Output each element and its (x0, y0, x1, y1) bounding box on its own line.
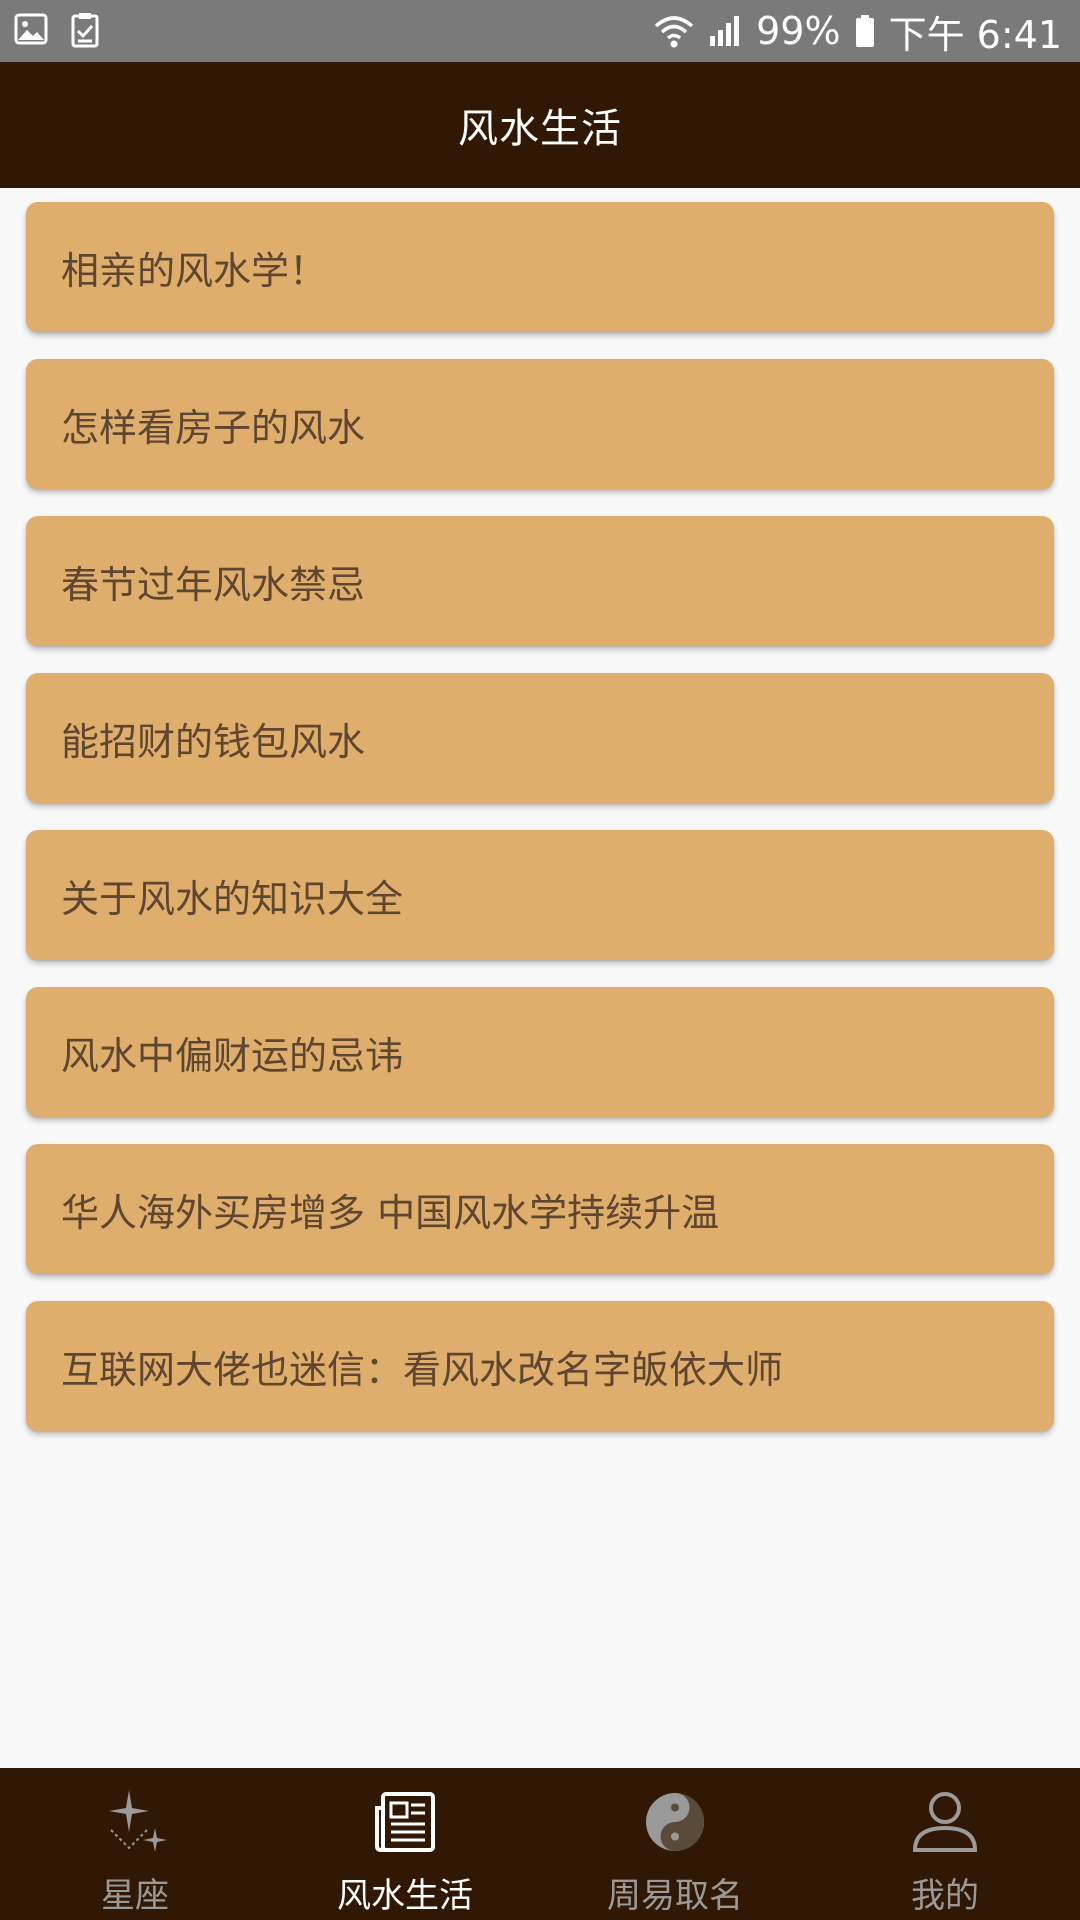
signal-icon (708, 14, 742, 48)
page-title: 风水生活 (458, 106, 622, 152)
nav-item-constellation[interactable]: 星座 (0, 1768, 270, 1920)
wifi-icon (654, 14, 694, 48)
article-title: 能招财的钱包风水 (61, 719, 366, 764)
yin-yang-icon (639, 1786, 711, 1858)
article-title: 风水中偏财运的忌讳 (61, 1033, 404, 1078)
status-bar: 99% 下午 6:41 (0, 0, 1080, 62)
status-left-icons (14, 12, 100, 52)
newspaper-icon (369, 1786, 441, 1858)
article-card[interactable]: 怎样看房子的风水 (26, 359, 1054, 489)
article-title: 华人海外买房增多 中国风水学持续升温 (61, 1190, 720, 1235)
stars-icon (99, 1786, 171, 1858)
article-card[interactable]: 华人海外买房增多 中国风水学持续升温 (26, 1144, 1054, 1274)
clock: 下午 6:41 (888, 12, 1062, 57)
app-bar: 风水生活 (0, 62, 1080, 188)
battery-percent: 99% (756, 9, 841, 53)
bottom-nav: 星座 风水生活 周易取名 我的 (0, 1768, 1080, 1920)
screen: 99% 下午 6:41 风水生活 相亲的风水学！ 怎样看房子的风水 春节过年风水… (0, 0, 1080, 1920)
nav-label: 周易取名 (607, 1876, 743, 1916)
article-title: 春节过年风水禁忌 (61, 562, 366, 607)
status-right: 99% 下午 6:41 (654, 6, 1062, 57)
nav-item-zhouyi-naming[interactable]: 周易取名 (540, 1768, 810, 1920)
article-card[interactable]: 互联网大佬也迷信：看风水改名字皈依大师 (26, 1301, 1054, 1431)
image-icon (14, 12, 48, 52)
article-card[interactable]: 相亲的风水学！ (26, 202, 1054, 332)
article-list: 相亲的风水学！ 怎样看房子的风水 春节过年风水禁忌 能招财的钱包风水 关于风水的… (26, 202, 1054, 1458)
article-card[interactable]: 能招财的钱包风水 (26, 673, 1054, 803)
nav-label: 风水生活 (337, 1876, 473, 1916)
clipboard-check-icon (70, 12, 100, 52)
battery-icon (855, 14, 875, 48)
nav-item-fengshui-life[interactable]: 风水生活 (270, 1768, 540, 1920)
user-icon (909, 1786, 981, 1858)
article-card[interactable]: 春节过年风水禁忌 (26, 516, 1054, 646)
article-title: 相亲的风水学！ (61, 248, 328, 293)
article-card[interactable]: 关于风水的知识大全 (26, 830, 1054, 960)
article-title: 互联网大佬也迷信：看风水改名字皈依大师 (61, 1347, 784, 1392)
article-title: 怎样看房子的风水 (61, 405, 366, 450)
nav-label: 我的 (911, 1876, 979, 1916)
nav-item-mine[interactable]: 我的 (810, 1768, 1080, 1920)
article-title: 关于风水的知识大全 (61, 876, 404, 921)
nav-label: 星座 (101, 1876, 169, 1916)
article-card[interactable]: 风水中偏财运的忌讳 (26, 987, 1054, 1117)
